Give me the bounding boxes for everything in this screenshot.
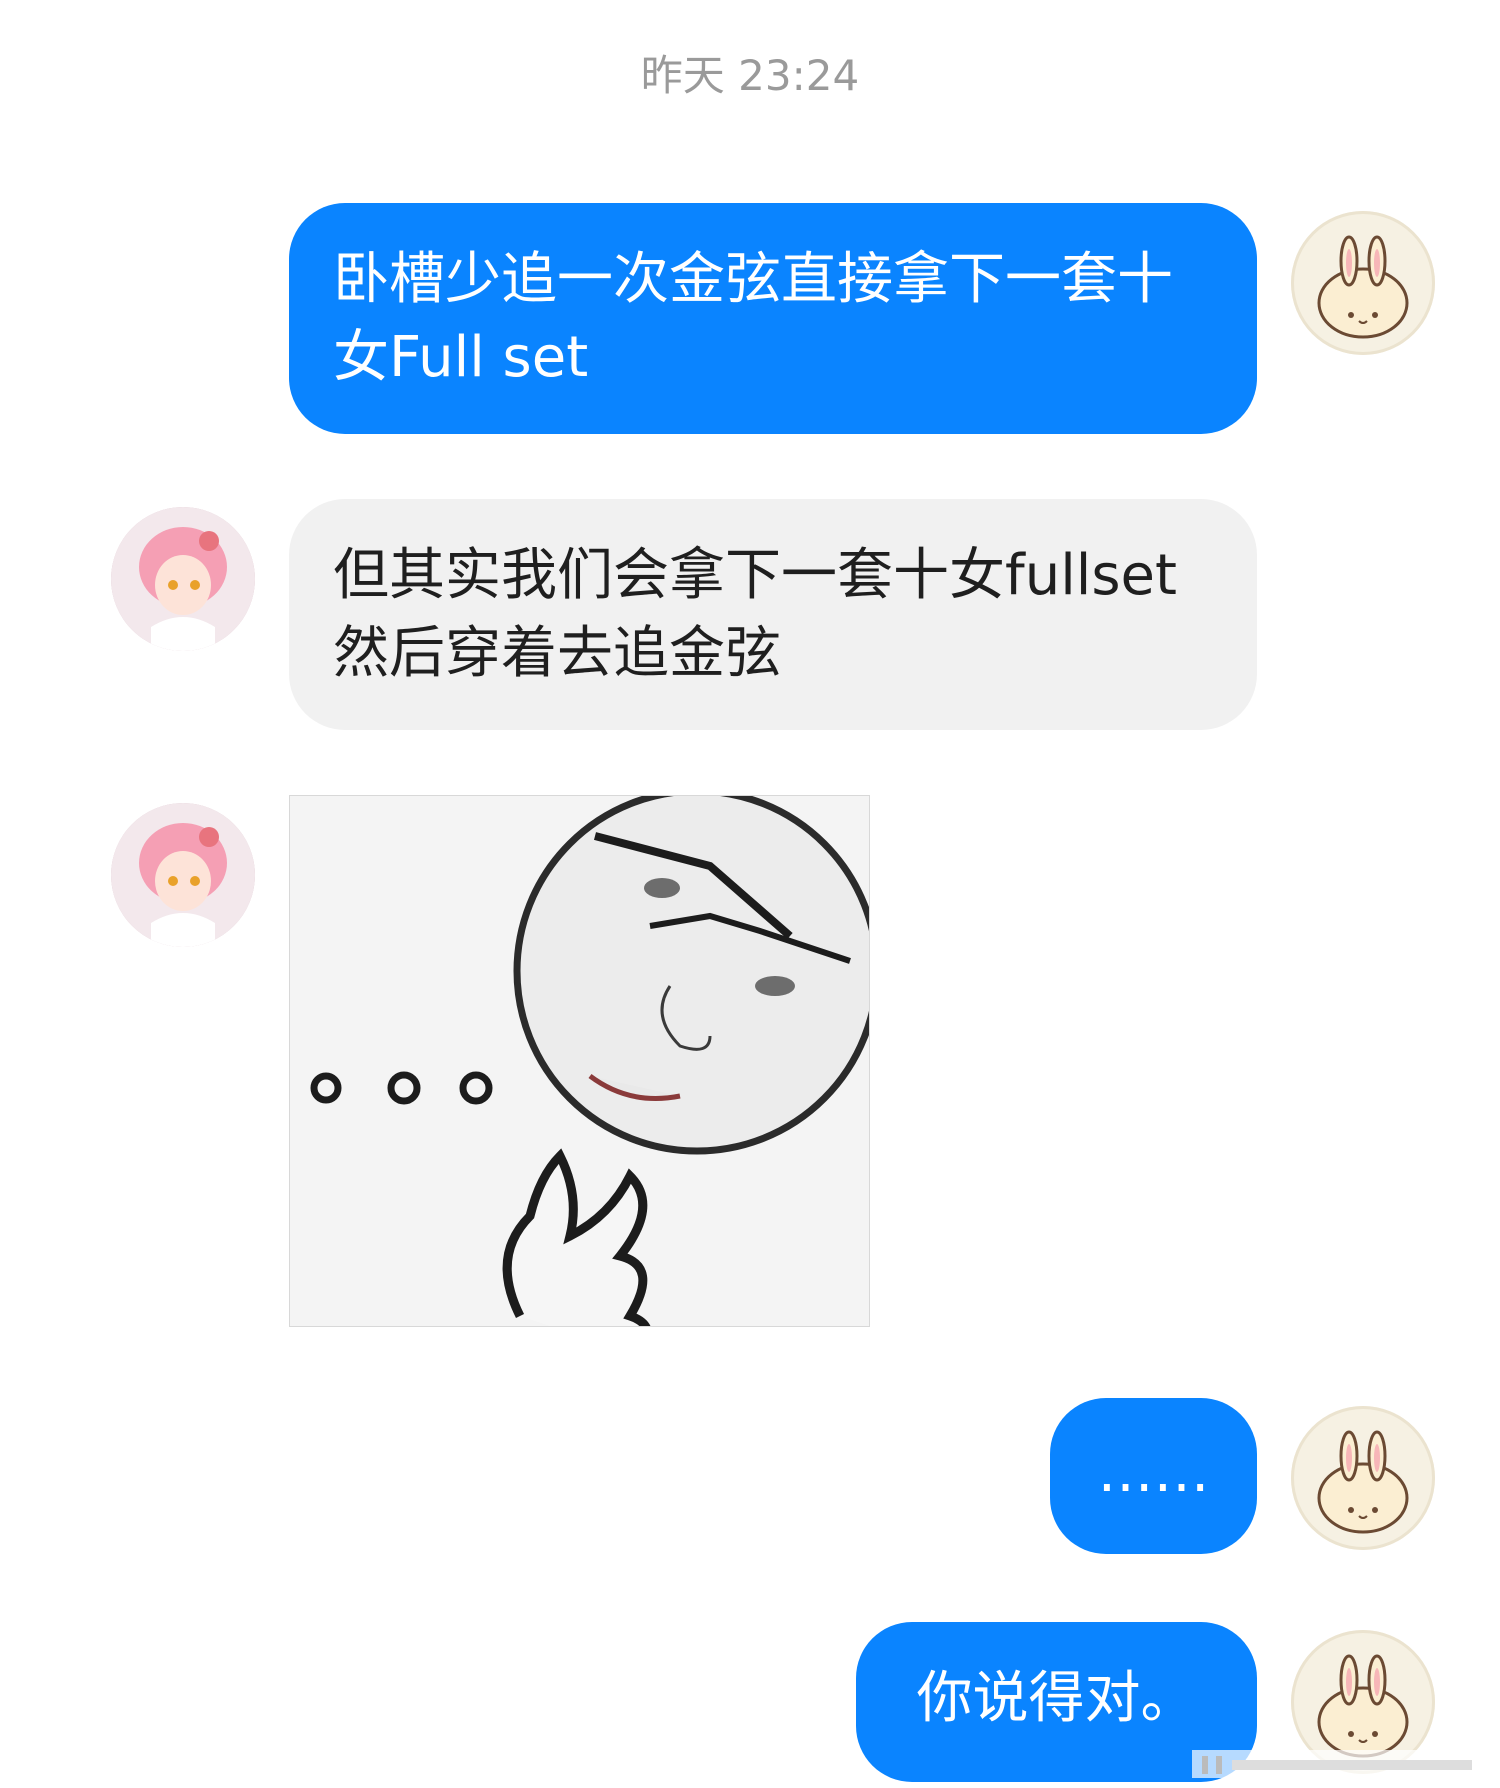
- bunny-avatar-icon: [1317, 1430, 1409, 1534]
- bunny-avatar-icon: [1317, 235, 1409, 339]
- message-text: 但其实我们会拿下一套十女fullset然后穿着去追金弦: [333, 543, 1177, 686]
- watermark-icon: [1192, 1750, 1492, 1778]
- sticker-image[interactable]: [289, 795, 870, 1327]
- chat-timestamp: 昨天 23:24: [640, 51, 860, 100]
- message-text: 你说得对。: [916, 1666, 1197, 1731]
- watermark: [1192, 1744, 1492, 1784]
- message-text: 卧槽少追一次金弦直接拿下一套十女Full set: [333, 247, 1173, 390]
- anime-girl-avatar-icon: [111, 507, 255, 651]
- anime-girl-avatar-icon: [111, 803, 255, 947]
- message-bubble-outgoing[interactable]: 卧槽少追一次金弦直接拿下一套十女Full set: [289, 203, 1257, 434]
- message-bubble-outgoing[interactable]: ……: [1050, 1398, 1257, 1554]
- other-avatar[interactable]: [111, 507, 255, 651]
- message-bubble-incoming[interactable]: 但其实我们会拿下一套十女fullset然后穿着去追金弦: [289, 499, 1257, 730]
- message-text: ……: [1097, 1440, 1210, 1505]
- other-avatar[interactable]: [111, 803, 255, 947]
- thinking-face-sticker-icon: [290, 796, 869, 1326]
- self-avatar[interactable]: [1291, 1406, 1435, 1550]
- self-avatar[interactable]: [1291, 211, 1435, 355]
